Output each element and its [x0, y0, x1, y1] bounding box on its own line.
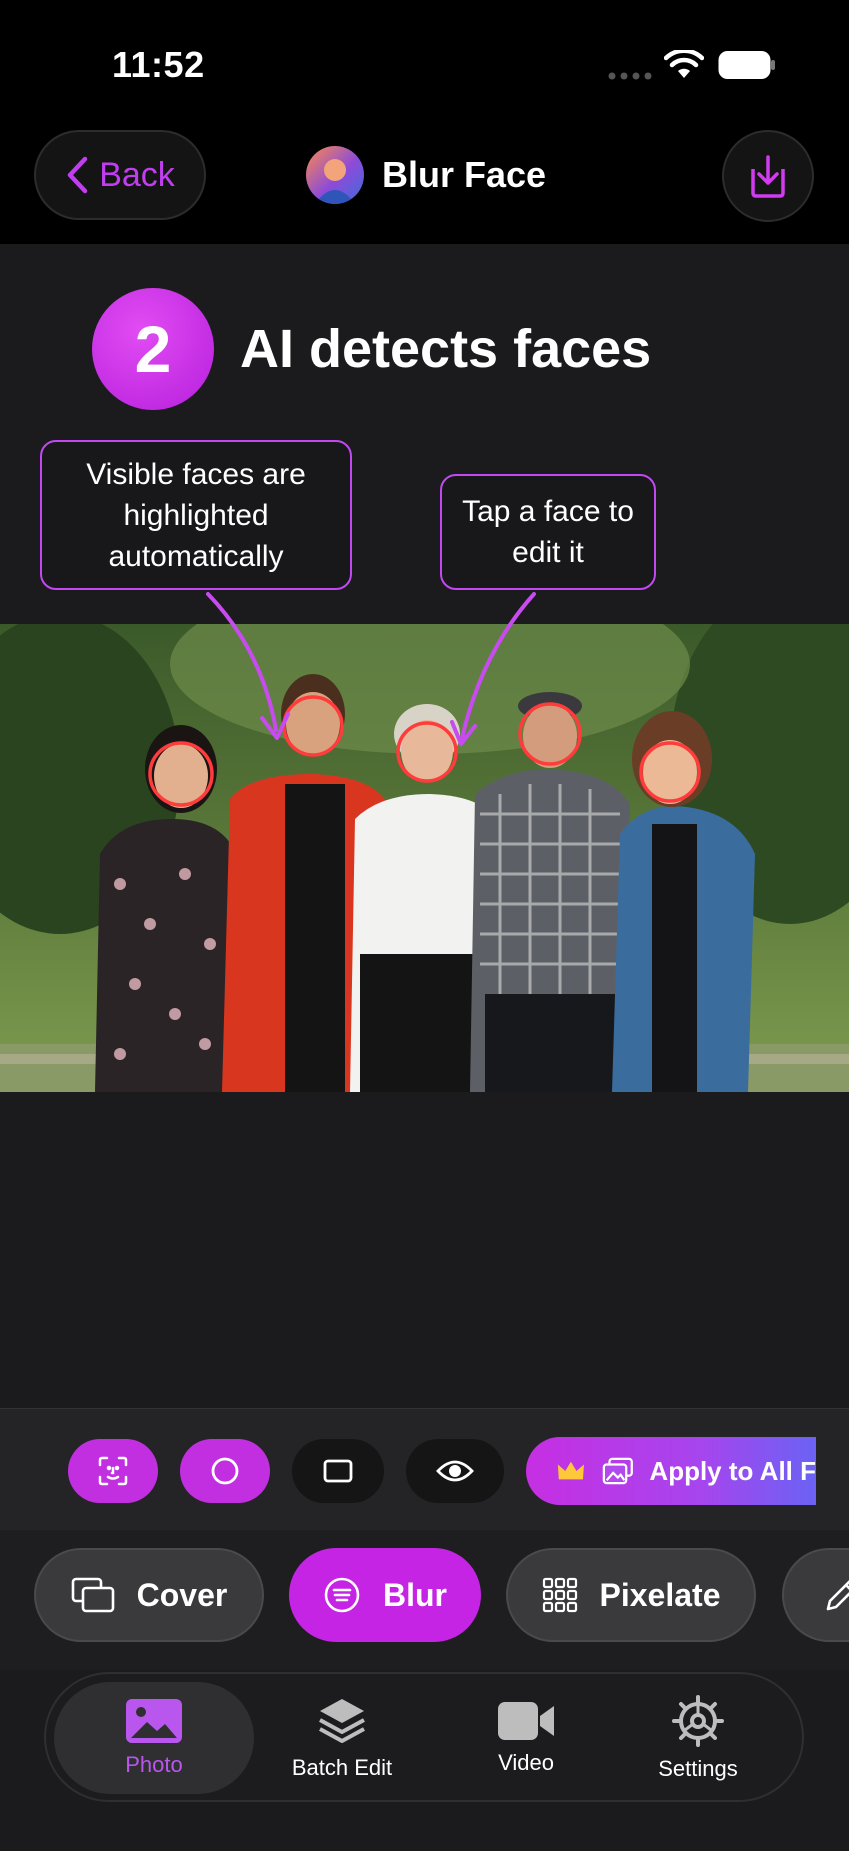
rectangle-shape-button[interactable] — [292, 1439, 384, 1503]
circle-shape-icon — [211, 1457, 239, 1485]
face-avatar-icon — [315, 159, 355, 204]
status-time: 11:52 — [112, 44, 205, 85]
tab-batch-edit-label: Batch Edit — [291, 1755, 393, 1780]
photo-icon — [126, 1699, 182, 1743]
mode-cover-button[interactable]: Cover — [34, 1548, 264, 1642]
tab-bar: Photo Batch Edit Video Settings — [44, 1672, 804, 1802]
apply-to-all-label: Apply to All F — [649, 1455, 816, 1486]
tab-photo-label: Photo — [125, 1752, 183, 1777]
tab-photo[interactable]: Photo — [54, 1682, 254, 1794]
download-icon — [751, 155, 785, 198]
crown-icon — [557, 1461, 584, 1480]
page-title: Blur Face — [382, 154, 547, 195]
battery-icon — [718, 51, 775, 79]
back-label: Back — [99, 155, 175, 194]
pixelate-icon — [542, 1577, 577, 1613]
tab-settings-label: Settings — [658, 1756, 738, 1781]
back-button[interactable]: Back — [34, 130, 206, 220]
step-number-badge: 2 — [92, 288, 214, 410]
rectangle-shape-icon — [323, 1459, 353, 1483]
preview-toggle-button[interactable] — [406, 1439, 504, 1503]
circle-shape-button[interactable] — [180, 1439, 270, 1503]
nav-bar: Back Blur Face — [0, 110, 849, 244]
face-scan-icon — [98, 1456, 128, 1486]
tab-video-label: Video — [498, 1750, 554, 1775]
nav-title: Blur Face — [306, 146, 546, 204]
pencil-icon — [826, 1580, 849, 1611]
mode-cover-label: Cover — [136, 1576, 228, 1613]
mode-pixelate-label: Pixelate — [599, 1576, 721, 1613]
group-photo — [0, 624, 849, 1092]
layers-icon — [319, 1699, 365, 1743]
callout-highlighted-faces: Visible faces are highlighted automatica… — [40, 440, 352, 590]
wifi-icon — [664, 50, 704, 78]
tab-video[interactable]: Video — [426, 1682, 626, 1794]
app-avatar — [306, 146, 364, 204]
photo-canvas[interactable] — [0, 624, 849, 1092]
photos-stack-icon — [602, 1457, 633, 1485]
eye-icon — [436, 1460, 474, 1482]
mode-selector: Cover Blur Pixelate — [0, 1530, 849, 1670]
chevron-left-icon — [67, 156, 88, 194]
mode-blur-label: Blur — [383, 1576, 447, 1613]
face-scan-button[interactable] — [68, 1439, 158, 1503]
tab-settings[interactable]: Settings — [608, 1682, 788, 1794]
download-button[interactable] — [722, 130, 814, 222]
blur-icon — [324, 1577, 360, 1613]
mode-pixelate-button[interactable]: Pixelate — [506, 1548, 756, 1642]
cover-icon — [71, 1577, 114, 1613]
mode-draw-button[interactable] — [782, 1548, 849, 1642]
tool-row: Apply to All F — [0, 1408, 849, 1532]
apply-to-all-button[interactable]: Apply to All F — [526, 1437, 816, 1505]
gear-icon — [672, 1695, 724, 1747]
cellular-signal-icon — [608, 72, 652, 80]
video-icon — [498, 1702, 554, 1740]
callout-tap-face: Tap a face to edit it — [440, 474, 656, 590]
step-title: AI detects faces — [240, 319, 652, 379]
mode-blur-button[interactable]: Blur — [289, 1548, 481, 1642]
tab-batch-edit[interactable]: Batch Edit — [242, 1682, 442, 1794]
